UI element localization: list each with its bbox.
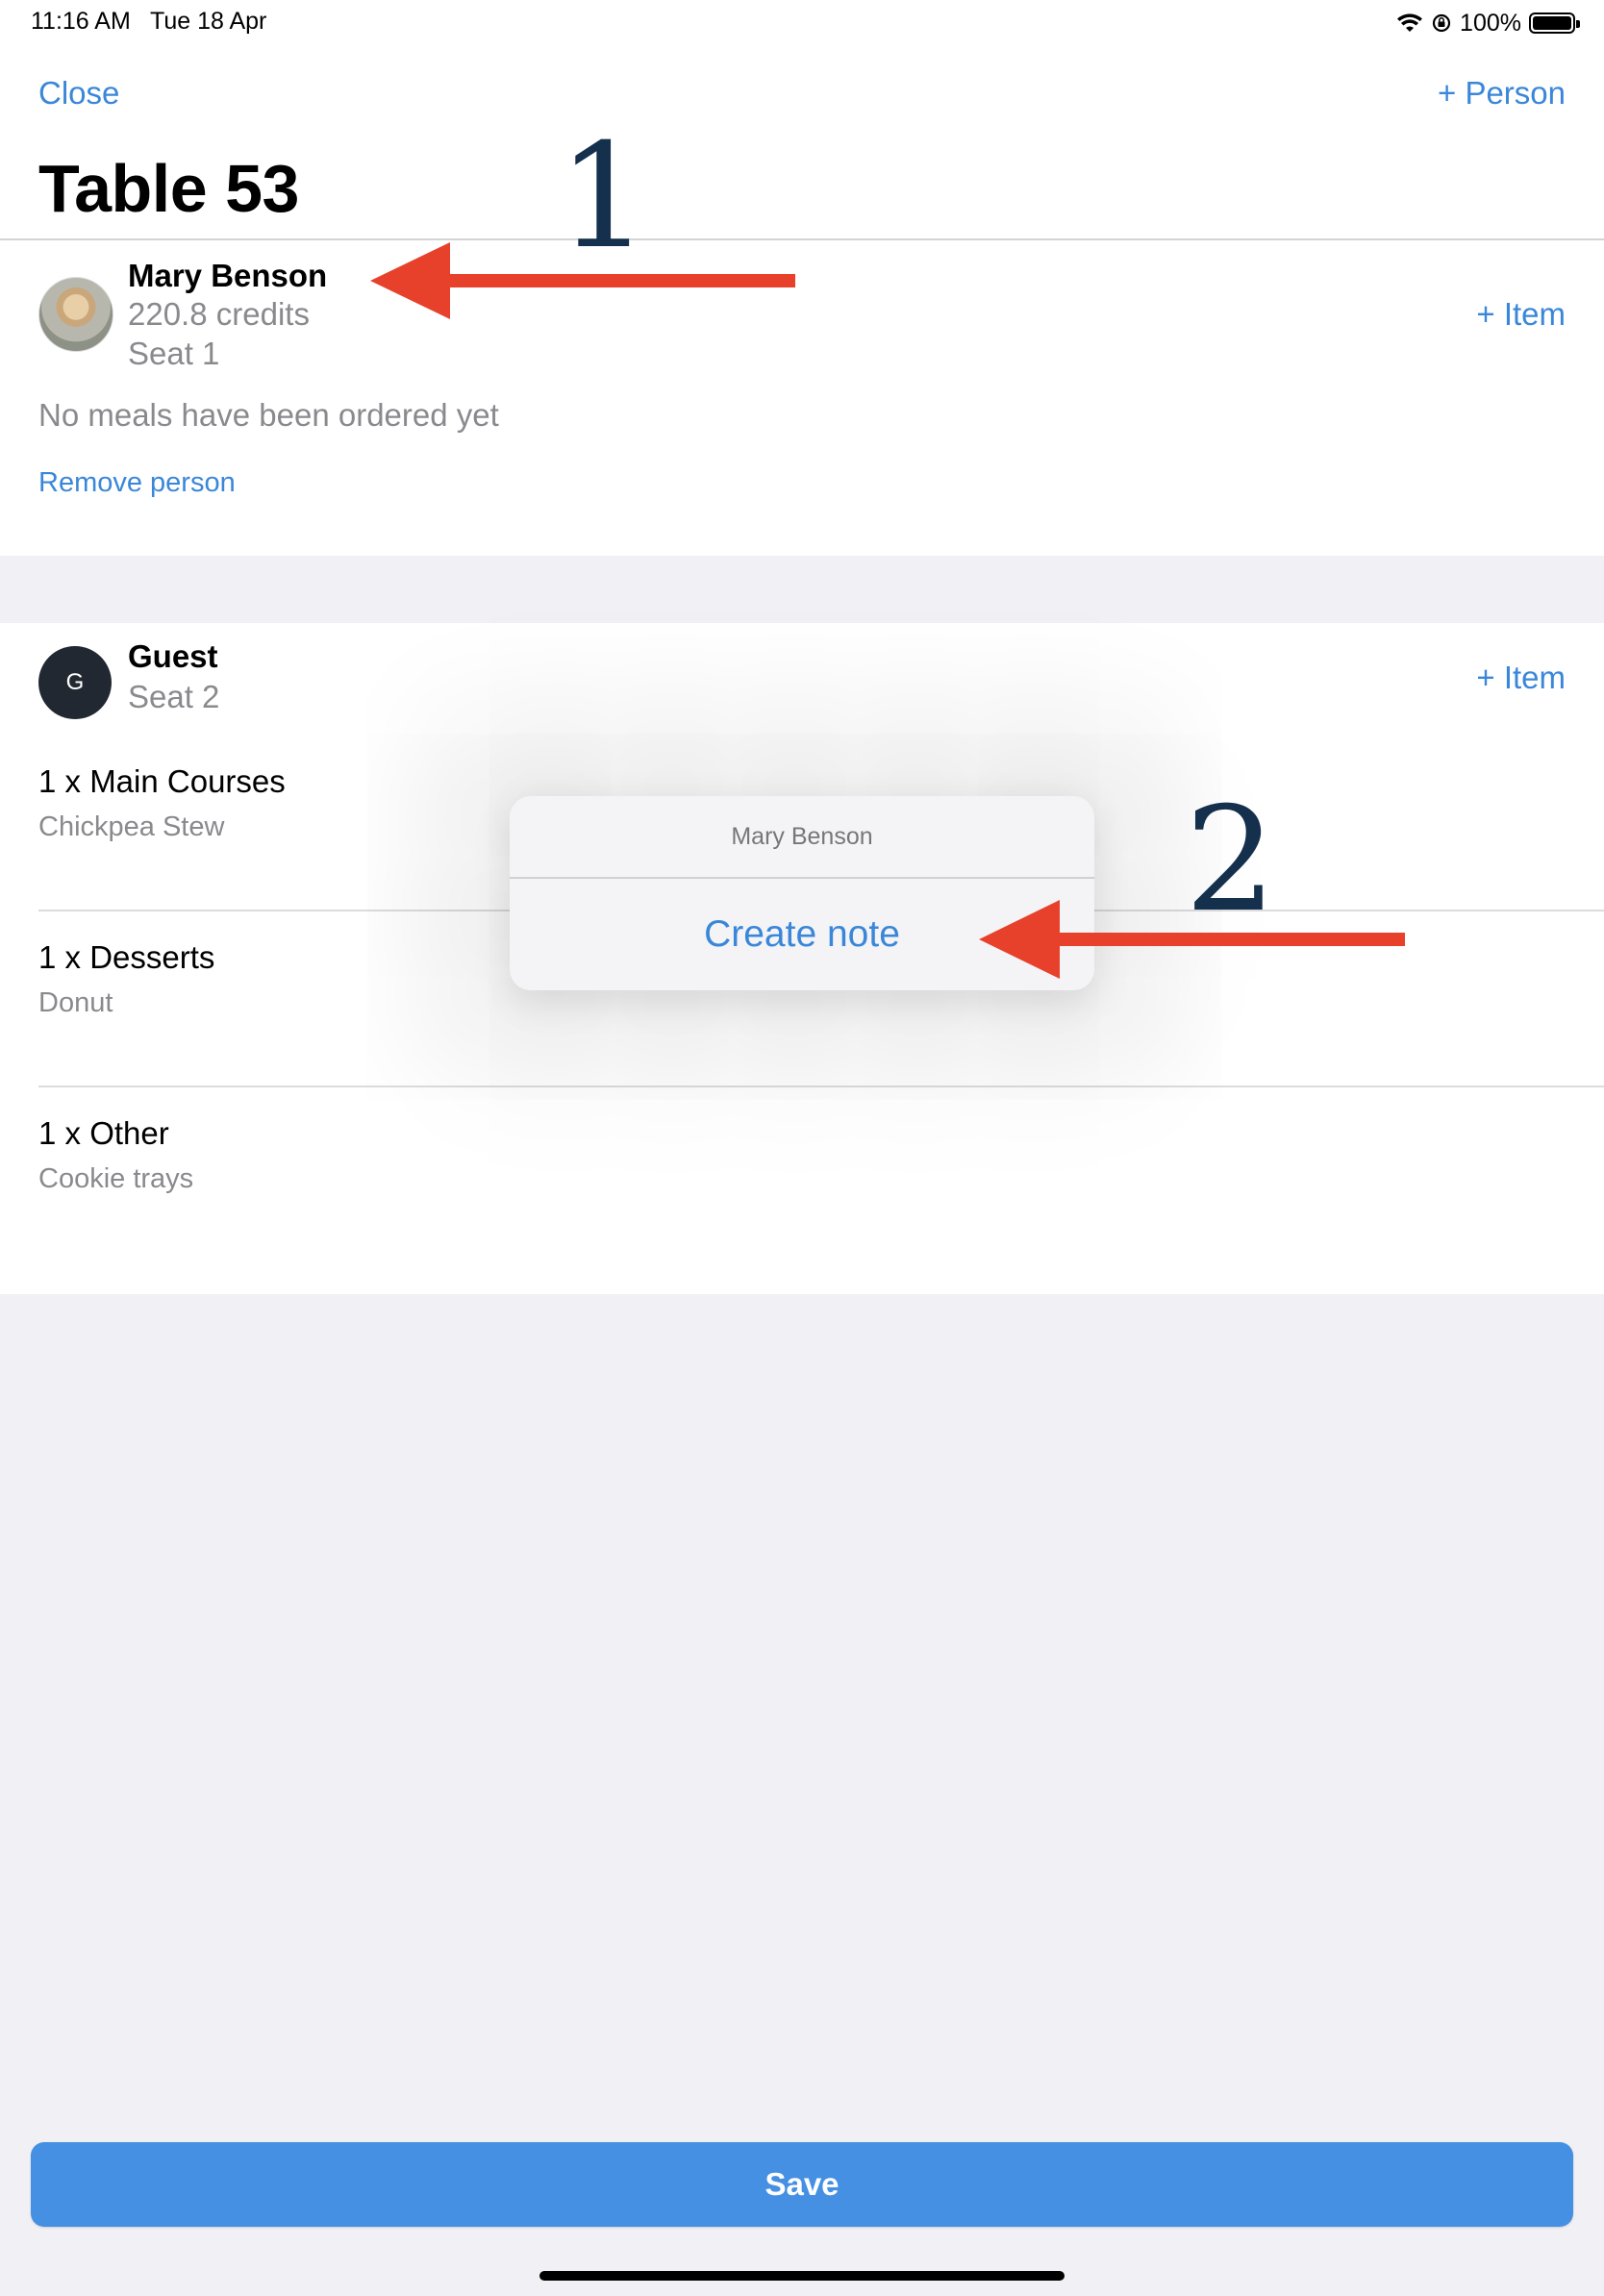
- home-indicator[interactable]: [539, 2271, 1065, 2281]
- annotation-number-2: 2: [1185, 777, 1277, 944]
- annotation-number-1: 1: [558, 113, 650, 281]
- save-button[interactable]: Save: [31, 2142, 1573, 2227]
- annotation-arrows: [370, 242, 1405, 979]
